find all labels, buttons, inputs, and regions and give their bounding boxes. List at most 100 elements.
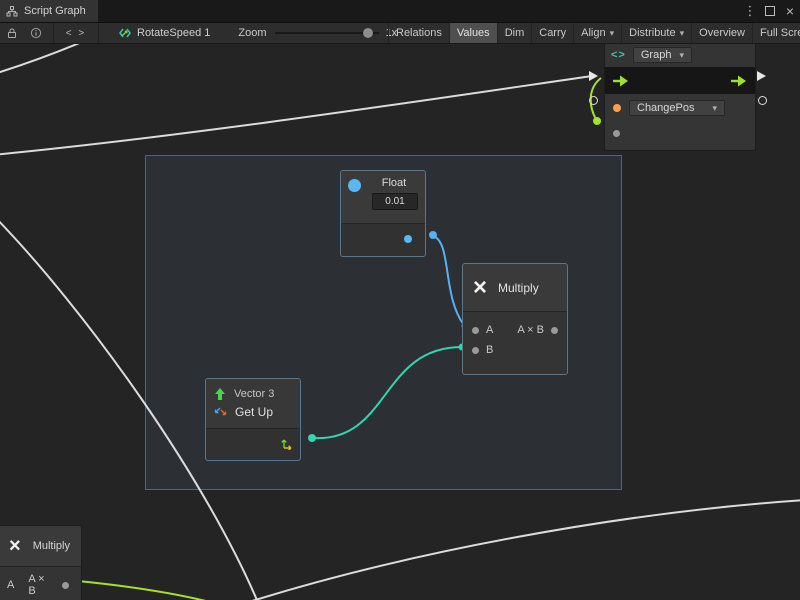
zoom-slider-handle[interactable] (363, 28, 373, 38)
multiply-node-title: Multiply (498, 281, 539, 295)
vector-up-arrow-icon (214, 388, 226, 400)
button-label: Values (457, 27, 490, 39)
graph-canvas[interactable]: Graph ChangePos (0, 44, 800, 600)
button-label: Full Screen (760, 27, 800, 39)
flow-output-arrow-icon[interactable] (731, 75, 747, 87)
distribute-button[interactable]: Distribute (621, 23, 691, 43)
get-up-node[interactable]: Vector 3 Get Up (205, 378, 301, 461)
graph-dropdown-label: Graph (641, 49, 672, 61)
info-icon (30, 27, 42, 39)
variable-dropdown[interactable]: ChangePos (629, 100, 725, 116)
wire-anchor-dot (593, 117, 601, 125)
multiply-icon (473, 276, 487, 300)
script-graph-icon (611, 49, 626, 61)
lock-icon (6, 27, 18, 39)
wire-white-bottom-right (224, 500, 800, 600)
toolbar-separator (53, 23, 54, 43)
flow-input-arrow-icon[interactable] (613, 75, 629, 87)
edit-code-button[interactable] (59, 28, 93, 39)
toolbar-buttons: Relations Values Dim Carry Align Distrib… (388, 23, 800, 44)
port-row: A A × B (7, 575, 69, 595)
multiply-partial-header: Multiply (0, 526, 81, 566)
window-title: Script Graph (24, 5, 86, 17)
graph-name-label: RotateSpeed 1 (137, 27, 210, 39)
float-node-body (341, 223, 425, 256)
button-label: Distribute (629, 27, 675, 39)
multiply-partial-title: Multiply (33, 540, 70, 552)
script-graph-window: Script Graph (0, 0, 800, 600)
port-row-b: B (472, 340, 558, 360)
multiply-node-partial[interactable]: Multiply A A × B (0, 525, 82, 600)
relations-button[interactable]: Relations (388, 23, 449, 43)
value-port-row (613, 124, 747, 142)
port-out-label: A × B (517, 324, 544, 336)
get-up-node-body (206, 428, 300, 460)
port-a-label: A (7, 579, 14, 591)
port-out-label: A × B (28, 573, 48, 597)
window-controls (740, 0, 800, 22)
value-port-dot[interactable] (613, 130, 620, 137)
value-anchor-ring-left[interactable] (589, 96, 598, 105)
button-label: Overview (699, 27, 745, 39)
button-label: Carry (539, 27, 566, 39)
output-port-dot[interactable] (62, 582, 69, 589)
wire-white-to-graph-node (0, 76, 592, 155)
zoom-slider[interactable] (275, 22, 379, 44)
caret-down-icon (610, 23, 615, 43)
float-value-input[interactable]: 0.01 (372, 193, 418, 210)
wire-lime-from-multiply-out (78, 581, 242, 600)
caret-down-icon (680, 23, 685, 43)
variable-row: ChangePos (613, 99, 747, 117)
fullscreen-button[interactable]: Full Screen (752, 23, 800, 43)
multiply-icon (9, 536, 21, 556)
values-button[interactable]: Values (449, 23, 497, 43)
graph-node-header: Graph (605, 44, 755, 67)
value-anchor-ring-right[interactable] (758, 96, 767, 105)
get-up-title: Get Up (235, 405, 273, 419)
code-icon (66, 28, 86, 39)
graph-header-node[interactable]: Graph ChangePos (604, 44, 756, 151)
input-port-b-dot[interactable] (472, 347, 479, 354)
get-up-node-header: Vector 3 Get Up (206, 379, 300, 428)
carry-button[interactable]: Carry (531, 23, 573, 43)
output-port-dot[interactable] (551, 327, 558, 334)
graph-node-body: ChangePos (605, 94, 755, 150)
button-label: Align (581, 27, 605, 39)
zoom-label: Zoom (238, 27, 266, 39)
graph-dropdown[interactable]: Graph (633, 47, 692, 63)
titlebar: Script Graph (0, 0, 800, 22)
align-button[interactable]: Align (573, 23, 621, 43)
lock-button[interactable] (0, 27, 24, 39)
variable-port-dot[interactable] (613, 104, 621, 112)
toolbar-separator (98, 23, 99, 43)
float-output-port[interactable] (404, 235, 412, 243)
wire-white-top-left (0, 44, 96, 74)
float-node-title: Float (370, 177, 418, 189)
flow-port-strip (605, 67, 755, 94)
info-button[interactable] (24, 27, 48, 39)
window-menu-icon[interactable] (740, 0, 760, 22)
dim-button[interactable]: Dim (497, 23, 532, 43)
port-row-a: A A × B (472, 320, 558, 340)
input-port-a-dot[interactable] (472, 327, 479, 334)
vector-output-port-icon[interactable] (280, 437, 293, 450)
script-graph-asset-icon (118, 26, 132, 40)
tab-script-graph[interactable]: Script Graph (0, 0, 98, 22)
port-b-label: B (486, 344, 493, 356)
variable-dropdown-label: ChangePos (637, 102, 695, 114)
graph-toolbar: RotateSpeed 1 Zoom 1x Relations Values D… (0, 22, 800, 44)
multiply-node-ports: A A × B B (463, 311, 567, 374)
graph-reference[interactable]: RotateSpeed 1 (118, 26, 210, 40)
float-node-header: Float 0.01 (341, 171, 425, 223)
vector-type-label: Vector 3 (234, 388, 274, 400)
multiply-node[interactable]: Multiply A A × B B (462, 263, 568, 375)
float-node[interactable]: Float 0.01 (340, 170, 426, 257)
maximize-icon[interactable] (760, 0, 780, 22)
caret-down-icon (712, 102, 717, 114)
button-label: Dim (505, 27, 525, 39)
flow-anchor-arrow-right[interactable] (757, 71, 766, 81)
close-icon[interactable] (780, 0, 800, 22)
flow-anchor-arrow-left[interactable] (589, 71, 598, 81)
overview-button[interactable]: Overview (691, 23, 752, 43)
caret-down-icon (679, 49, 684, 61)
